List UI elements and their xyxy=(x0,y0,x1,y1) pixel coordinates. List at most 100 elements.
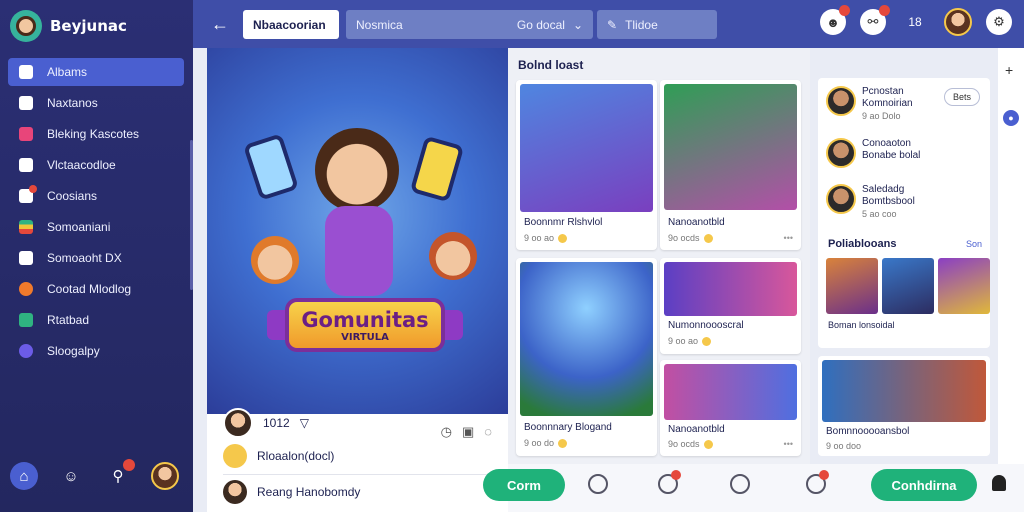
video-tile[interactable]: Bomnnooooansbol 9 oo doo xyxy=(818,356,990,456)
bell-icon[interactable] xyxy=(992,475,1006,491)
see-all-link[interactable]: Son xyxy=(966,239,982,249)
sidebar-item-sloogalpy[interactable]: Sloogalpy xyxy=(8,337,184,365)
section-title: Poliablooans xyxy=(828,238,897,250)
tile-title: Nanoanotbld xyxy=(668,424,725,435)
friend-name: Saledadg xyxy=(862,184,905,195)
more-icon[interactable]: ••• xyxy=(784,439,793,449)
sidebar-item-naxtanos[interactable]: Naxtanos xyxy=(8,89,184,117)
tile-meta-text: 9o ocds xyxy=(668,439,700,449)
clock-icon[interactable]: ◷ xyxy=(441,424,452,440)
friend-avatar xyxy=(826,86,856,116)
card-art-icon xyxy=(243,133,299,201)
comment-button[interactable]: Corm xyxy=(483,469,565,501)
featured-post[interactable]: Gomunitas VIRTULA 1012 ▽ ◷ ▣ ◌ Rloaalon(… xyxy=(207,48,508,512)
sidebar-item-coosians[interactable]: Coosians xyxy=(8,182,184,210)
notifications-button[interactable]: ⚲ xyxy=(104,459,135,490)
video-thumbnail xyxy=(822,360,986,422)
character-art xyxy=(315,128,399,212)
gear-icon: ⚙ xyxy=(993,14,1005,29)
avatar[interactable] xyxy=(151,462,179,490)
shield-icon xyxy=(19,313,33,327)
tile-meta: 9 oo do xyxy=(524,438,568,448)
video-tile[interactable]: Boonnmr Rlshvlol 9 oo ao xyxy=(516,80,657,250)
comment-row[interactable]: Rloaalon(docl) xyxy=(223,444,334,468)
commenter-avatar xyxy=(223,480,247,504)
character-art xyxy=(429,232,477,280)
thumbnail[interactable] xyxy=(938,258,990,314)
comment-text: Rloaalon(docl) xyxy=(257,449,335,463)
sidebar-item-albams[interactable]: Albams xyxy=(8,58,184,86)
featured-image[interactable]: Gomunitas VIRTULA xyxy=(207,48,508,414)
top-actions: ☻ ⚯ 18 ⚙ xyxy=(820,5,1012,36)
tile-meta-text: 9 oo ao xyxy=(524,233,555,243)
coin-icon xyxy=(558,438,568,448)
friend-item[interactable]: Conoaoton Bonabe bolal xyxy=(826,138,920,168)
more-icon[interactable]: ••• xyxy=(784,233,793,243)
chat-icon xyxy=(19,158,33,172)
video-tile[interactable]: Boonnnary Blogand 9 oo do xyxy=(516,258,657,456)
profile-button[interactable]: ☺ xyxy=(57,462,85,490)
emoji-button[interactable]: ☻ xyxy=(820,5,850,35)
settings-button[interactable]: ⚙ xyxy=(986,9,1012,35)
post-author-row: 1012 ▽ xyxy=(223,408,309,438)
video-thumbnail xyxy=(520,84,653,212)
video-tile[interactable]: Nanoanotbld 9o ocds ••• xyxy=(660,360,801,456)
tile-meta: 9 oo ao xyxy=(668,336,712,346)
primary-action-button[interactable]: Conhdirna xyxy=(871,469,977,501)
image-icon[interactable]: ▣ xyxy=(462,424,474,440)
author-avatar[interactable] xyxy=(223,408,253,438)
friend-item[interactable]: Pcnostan Komnoirian 9 ao Dolo xyxy=(826,86,913,122)
art-subtitle: VIRTULA xyxy=(341,331,389,343)
tile-meta: 9o ocds xyxy=(668,439,713,449)
friends-panel: Pcnostan Komnoirian 9 ao Dolo Bets Conoa… xyxy=(818,78,990,348)
sidebar-item-cootad[interactable]: Cootad Mlodlog xyxy=(8,275,184,303)
video-button[interactable]: ✎ Tlidoe xyxy=(597,10,717,39)
tile-meta-text: 9 oo ao xyxy=(668,336,699,346)
add-icon[interactable]: + xyxy=(1005,62,1013,78)
friend-item[interactable]: Saledadg Bomtbsbool 5 ao coo xyxy=(826,184,915,220)
coin-icon xyxy=(558,233,568,243)
friend-subtitle: Bonabe bolal xyxy=(862,150,921,161)
video-tile[interactable]: Numonnoooscral 9 oo ao xyxy=(660,258,801,354)
message-count[interactable]: 18 xyxy=(900,9,930,35)
friend-text: Saledadg Bomtbsbool 5 ao coo xyxy=(862,184,915,220)
thumbnail[interactable] xyxy=(826,258,878,314)
sidebar-item-bleking[interactable]: Bleking Kascotes xyxy=(8,120,184,148)
sidebar-item-somoaniani[interactable]: Somoaniani xyxy=(8,213,184,241)
info-icon[interactable]: ● xyxy=(1003,110,1019,126)
side-rail: + ● xyxy=(998,48,1024,464)
comment-icon[interactable]: ◌ xyxy=(484,424,492,440)
tab-active[interactable]: Nbaacoorian xyxy=(243,10,339,39)
brand[interactable]: Beyjunac xyxy=(10,10,127,42)
edit-icon: ✎ xyxy=(607,17,618,32)
sidebar-item-somoaoht[interactable]: Somoaoht DX xyxy=(8,244,184,272)
comment-row[interactable]: Reang Hanobomdy xyxy=(223,480,360,504)
back-button[interactable]: ← xyxy=(211,12,229,36)
chevron-down-icon[interactable]: ⌄ xyxy=(573,18,583,32)
video-tile[interactable]: Nanoanotbld 9o ocds ••• xyxy=(660,80,801,250)
sidebar-item-label: Bleking Kascotes xyxy=(47,127,140,141)
comment-text: Reang Hanobomdy xyxy=(257,485,361,499)
video-thumbnail xyxy=(664,262,797,316)
sidebar-item-rtatbad[interactable]: Rtatbad xyxy=(8,306,184,334)
sidebar-item-vlctaacodloe[interactable]: Vlctaacodloe xyxy=(8,151,184,179)
search-field[interactable]: Nosmica Go docal ⌄ xyxy=(346,10,593,39)
sidebar-item-label: Somoaniani xyxy=(47,220,111,234)
follow-button[interactable]: Bets xyxy=(944,88,980,106)
globe-icon[interactable] xyxy=(730,474,750,494)
thumbnail[interactable] xyxy=(882,258,934,314)
home-icon xyxy=(19,65,33,79)
link-button[interactable]: ⚯ xyxy=(860,5,890,35)
home-button[interactable]: ⌂ xyxy=(10,462,38,490)
art-title: Gomunitas VIRTULA xyxy=(285,298,445,352)
sidebar-scrollbar[interactable] xyxy=(190,140,193,290)
users-icon[interactable] xyxy=(658,470,681,494)
send-icon[interactable]: ▽ xyxy=(300,416,309,430)
search-input[interactable]: Nosmica xyxy=(356,18,403,32)
section-title: Bolnd loast xyxy=(518,58,584,72)
chat-icon[interactable] xyxy=(588,474,608,494)
user-avatar[interactable] xyxy=(944,8,972,36)
smiley-icon[interactable] xyxy=(806,470,829,494)
content-grid: Bolnd loast Boonnmr Rlshvlol 9 oo ao Nan… xyxy=(508,48,810,464)
friend-avatar xyxy=(826,184,856,214)
